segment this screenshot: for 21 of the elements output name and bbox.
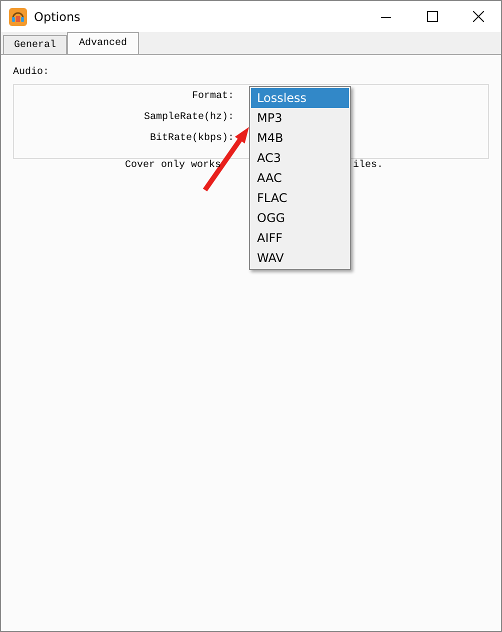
window-title: Options (34, 10, 80, 24)
maximize-icon[interactable] (426, 11, 438, 22)
dropdown-option[interactable]: FLAC (251, 188, 349, 208)
dropdown-option[interactable]: MP3 (251, 108, 349, 128)
section-label: Audio: (13, 67, 50, 78)
field-label: Format: (192, 90, 234, 104)
dropdown-option[interactable]: M4B (251, 128, 349, 148)
dropdown-option[interactable]: OGG (251, 208, 349, 228)
dropdown-option[interactable]: Lossless (251, 88, 349, 108)
dropdown-option[interactable]: AAC (251, 168, 349, 188)
dropdown-option[interactable]: AIFF (251, 228, 349, 248)
close-icon[interactable] (472, 11, 484, 22)
app-icon (9, 8, 27, 26)
field-label: SampleRate(hz): (144, 111, 234, 125)
tab[interactable]: General (3, 35, 68, 54)
dropdown-option[interactable]: AC3 (251, 148, 349, 168)
dropdown-option[interactable]: WAV (251, 248, 349, 268)
note-text: iles. (353, 160, 384, 171)
field-label: BitRate(kbps): (150, 132, 234, 146)
note-text: Cover only works (125, 160, 222, 171)
tab[interactable]: Advanced (67, 32, 140, 54)
